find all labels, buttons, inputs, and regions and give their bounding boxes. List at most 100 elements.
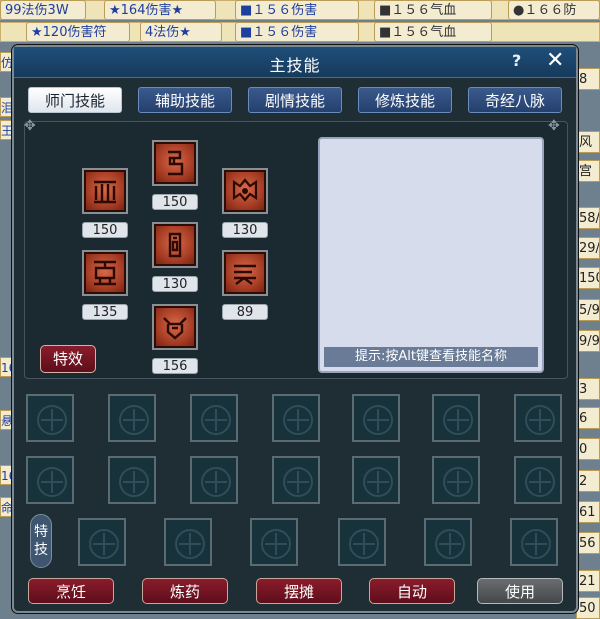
dialog-title: 主技能 — [269, 56, 321, 75]
bg-side-item: 6 — [576, 407, 600, 429]
bg-side-item: 0 — [576, 438, 600, 460]
bg-tag: ■１５６气血 — [374, 22, 492, 42]
bg-tag: ★120伤害符 — [26, 22, 130, 42]
skill-slot-4[interactable] — [82, 250, 128, 296]
bg-tag: ●１６６防 — [508, 0, 600, 20]
bg-side-item: 61 — [576, 501, 600, 523]
empty-skill-slot[interactable] — [108, 394, 156, 442]
empty-skill-slot[interactable] — [272, 456, 320, 504]
knot-icon — [201, 467, 231, 497]
empty-skill-slot[interactable] — [514, 456, 562, 504]
stunt-label: 特技 — [30, 514, 52, 568]
tab-meridians[interactable]: 奇经八脉 — [468, 87, 562, 113]
stall-button[interactable]: 摆摊 — [256, 578, 342, 604]
alchemy-button[interactable]: 炼药 — [142, 578, 228, 604]
knot-icon — [363, 405, 393, 435]
empty-skill-slot[interactable] — [272, 394, 320, 442]
skill-slot-2[interactable] — [152, 140, 198, 186]
ornament-icon: ✥ — [24, 118, 36, 134]
bg-tag: ■１５６伤害 — [235, 0, 359, 20]
bg-tag: 4法伤★ — [140, 22, 222, 42]
knot-icon — [261, 529, 291, 559]
bg-side-item: 9/93 — [576, 330, 600, 352]
empty-skill-slot[interactable] — [432, 456, 480, 504]
bg-side-item: 2 — [576, 470, 600, 492]
knot-icon — [119, 405, 149, 435]
skill-slot-1[interactable] — [82, 168, 128, 214]
skill-slot-3[interactable] — [222, 168, 268, 214]
empty-skill-slot[interactable] — [26, 456, 74, 504]
knot-icon — [363, 467, 393, 497]
skill-slot-5[interactable] — [152, 222, 198, 268]
stunt-slot[interactable] — [164, 518, 212, 566]
empty-skill-slot[interactable] — [352, 456, 400, 504]
auto-button[interactable]: 自动 — [369, 578, 455, 604]
skill-level: 130 — [152, 276, 198, 292]
bg-side-item: 56 — [576, 532, 600, 554]
empty-skill-slot[interactable] — [26, 394, 74, 442]
skill-slot-6[interactable] — [222, 250, 268, 296]
empty-skill-slot[interactable] — [108, 456, 156, 504]
knot-icon — [349, 529, 379, 559]
knot-icon — [435, 529, 465, 559]
skill-slot-7[interactable] — [152, 304, 198, 350]
bg-side-item: 宫 — [576, 160, 600, 182]
knot-icon — [89, 529, 119, 559]
knot-icon — [443, 405, 473, 435]
empty-skill-slot[interactable] — [514, 394, 562, 442]
knot-icon — [201, 405, 231, 435]
skill-icon-1 — [94, 180, 116, 204]
bg-side-item: 8 — [576, 68, 600, 90]
bg-side-item: 5/93 — [576, 299, 600, 321]
skill-icon-6 — [234, 264, 256, 285]
bg-tag: 99法伤3W — [0, 0, 86, 20]
skill-level: 150 — [82, 222, 128, 238]
tab-story-skills[interactable]: 剧情技能 — [248, 87, 342, 113]
skill-info-box: 提示:按Alt键查看技能名称 — [318, 137, 544, 373]
cook-button[interactable]: 烹饪 — [28, 578, 114, 604]
stunt-slot[interactable] — [78, 518, 126, 566]
skill-level: 130 — [222, 222, 268, 238]
empty-skill-slot[interactable] — [190, 456, 238, 504]
bg-side-item: 29/4 — [576, 237, 600, 259]
knot-icon — [283, 405, 313, 435]
skill-icon-2 — [168, 150, 184, 176]
tab-cultivation-skills[interactable]: 修炼技能 — [358, 87, 452, 113]
bg-side-item: 150 — [576, 267, 600, 289]
tab-school-skills[interactable]: 师门技能 — [28, 87, 122, 113]
stunt-slot[interactable] — [250, 518, 298, 566]
dialog-titlebar[interactable]: 主技能 ? ✕ — [14, 47, 576, 78]
empty-skill-slot[interactable] — [190, 394, 238, 442]
skill-level: 150 — [152, 194, 198, 210]
stunt-label-text: 特技 — [34, 524, 48, 558]
stunt-slot[interactable] — [338, 518, 386, 566]
bg-side-item: 50 — [576, 597, 600, 619]
knot-icon — [37, 405, 67, 435]
bg-side-item: 风雨 — [576, 131, 600, 153]
skill-level: 89 — [222, 304, 268, 320]
skill-icon-3 — [232, 178, 258, 202]
bg-side-item: 58/1 — [576, 207, 600, 229]
knot-icon — [525, 405, 555, 435]
bg-tag: ■１５６气血 — [374, 0, 492, 20]
knot-icon — [443, 467, 473, 497]
bg-side-item: 3 — [576, 378, 600, 400]
stunt-slot[interactable] — [510, 518, 558, 566]
stunt-slot[interactable] — [424, 518, 472, 566]
bg-tag: ■１５６伤害 — [235, 22, 359, 42]
knot-icon — [283, 467, 313, 497]
knot-icon — [37, 467, 67, 497]
skill-icon-4 — [94, 260, 116, 286]
use-button[interactable]: 使用 — [477, 578, 563, 604]
skill-level: 135 — [82, 304, 128, 320]
empty-skill-slot[interactable] — [352, 394, 400, 442]
skill-icon-7 — [163, 317, 187, 340]
bg-side-item: 21 — [576, 570, 600, 592]
tab-auxiliary-skills[interactable]: 辅助技能 — [138, 87, 232, 113]
close-icon[interactable]: ✕ — [546, 48, 564, 73]
empty-skill-slot[interactable] — [432, 394, 480, 442]
knot-icon — [175, 529, 205, 559]
special-effect-button[interactable]: 特效 — [40, 345, 96, 373]
help-icon[interactable]: ? — [512, 51, 521, 70]
knot-icon — [525, 467, 555, 497]
